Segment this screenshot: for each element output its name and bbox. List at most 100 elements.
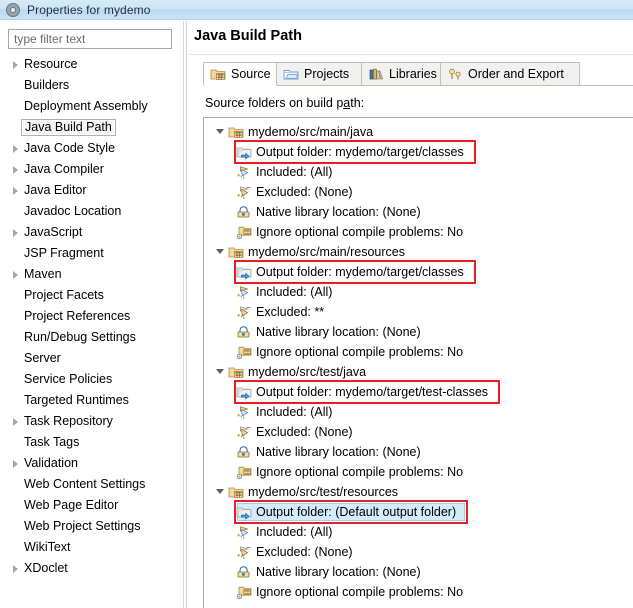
tab-label: Projects xyxy=(304,67,350,81)
source-attribute-row[interactable]: Output folder: mydemo/target/classes xyxy=(204,142,633,162)
chevron-right-icon[interactable] xyxy=(10,185,21,196)
chevron-down-icon[interactable] xyxy=(214,486,226,498)
sidebar-item-maven[interactable]: Maven xyxy=(0,264,183,285)
sidebar-item-java-compiler[interactable]: Java Compiler xyxy=(0,159,183,180)
sidebar-item-java-build-path[interactable]: Java Build Path xyxy=(0,117,183,138)
chevron-down-icon[interactable] xyxy=(214,366,226,378)
source-folder-row[interactable]: mydemo/src/test/resources xyxy=(204,482,633,502)
sidebar-item-deployment-assembly[interactable]: Deployment Assembly xyxy=(0,96,183,117)
tab-label: Source xyxy=(231,67,271,81)
properties-dialog: Properties for mydemo Resource Builders De… xyxy=(0,0,633,608)
output-folder-icon xyxy=(236,144,256,160)
source-attribute-row[interactable]: Native library location: (None) xyxy=(204,202,633,222)
compile-problems-icon xyxy=(236,224,256,240)
sidebar-item-java-code-style[interactable]: Java Code Style xyxy=(0,138,183,159)
source-attribute-label: Ignore optional compile problems: No xyxy=(256,224,464,239)
source-attribute-row[interactable]: Output folder: mydemo/target/test-classe… xyxy=(204,382,633,402)
sidebar-item-validation[interactable]: Validation xyxy=(0,453,183,474)
sidebar-item-xdoclet[interactable]: XDoclet xyxy=(0,558,183,579)
sidebar-item-resource[interactable]: Resource xyxy=(0,54,183,75)
sidebar-item-project-facets[interactable]: Project Facets xyxy=(0,285,183,306)
source-attribute-row[interactable]: Native library location: (None) xyxy=(204,562,633,582)
source-attribute-row[interactable]: +1 Included: (All) xyxy=(204,522,633,542)
chevron-right-icon[interactable] xyxy=(10,227,21,238)
sidebar-item-label: Web Page Editor xyxy=(24,498,119,513)
source-folder-path: mydemo/src/test/java xyxy=(248,364,367,379)
source-attribute-row[interactable]: Ignore optional compile problems: No xyxy=(204,462,633,482)
source-attribute-row[interactable]: Ignore optional compile problems: No xyxy=(204,222,633,242)
sidebar-item-label: Java Compiler xyxy=(24,162,104,177)
panel-divider[interactable] xyxy=(183,21,187,608)
tab-order-and-export[interactable]: Order and Export xyxy=(440,62,580,86)
source-folders-tree[interactable]: mydemo/src/main/java Output folder: mydem… xyxy=(203,117,633,608)
sidebar-item-run-debug-settings[interactable]: Run/Debug Settings xyxy=(0,327,183,348)
chevron-right-icon[interactable] xyxy=(10,269,21,280)
source-attribute-row[interactable]: +1 Included: (All) xyxy=(204,162,633,182)
source-folder-row[interactable]: mydemo/src/main/resources xyxy=(204,242,633,262)
chevron-right-icon[interactable] xyxy=(10,563,21,574)
source-attribute-row[interactable]: +1 Excluded: (None) xyxy=(204,542,633,562)
chevron-down-icon[interactable] xyxy=(214,246,226,258)
sidebar-item-web-project-settings[interactable]: Web Project Settings xyxy=(0,516,183,537)
tab-projects[interactable]: Projects xyxy=(276,62,362,86)
source-folder-row[interactable]: mydemo/src/main/java xyxy=(204,122,633,142)
tab-source[interactable]: Source xyxy=(203,62,277,86)
sidebar-tree[interactable]: Resource Builders Deployment Assembly Java … xyxy=(0,54,183,608)
source-folder-path: mydemo/src/main/resources xyxy=(248,244,405,259)
chevron-right-icon[interactable] xyxy=(10,164,21,175)
chevron-right-icon[interactable] xyxy=(10,59,21,70)
source-attribute-label: Ignore optional compile problems: No xyxy=(256,584,464,599)
source-folder-icon xyxy=(228,244,248,260)
source-attribute-label: Output folder: mydemo/target/test-classe… xyxy=(256,384,489,399)
filter-box[interactable] xyxy=(8,29,172,49)
source-attribute-row[interactable]: +1 Excluded: (None) xyxy=(204,182,633,202)
source-attribute-row[interactable]: Output folder: mydemo/target/classes xyxy=(204,262,633,282)
sidebar-item-web-content-settings[interactable]: Web Content Settings xyxy=(0,474,183,495)
sidebar-item-javascript[interactable]: JavaScript xyxy=(0,222,183,243)
sidebar-item-wikitext[interactable]: WikiText xyxy=(0,537,183,558)
source-attribute-label: Excluded: (None) xyxy=(256,544,353,559)
chevron-right-icon[interactable] xyxy=(10,458,21,469)
source-attribute-row[interactable]: Ignore optional compile problems: No xyxy=(204,342,633,362)
sidebar-item-label: Project References xyxy=(24,309,131,324)
source-folder-path: mydemo/src/test/resources xyxy=(248,484,399,499)
source-attribute-row[interactable]: Output folder: (Default output folder) xyxy=(204,502,633,522)
sidebar-item-javadoc-location[interactable]: Javadoc Location xyxy=(0,201,183,222)
tab-strip[interactable]: Source Projects Libraries Order and Export xyxy=(203,62,633,86)
sidebar-item-web-page-editor[interactable]: Web Page Editor xyxy=(0,495,183,516)
chevron-right-icon[interactable] xyxy=(10,416,21,427)
source-attribute-label: Excluded: ** xyxy=(256,304,325,319)
chevron-down-icon[interactable] xyxy=(214,126,226,138)
source-attribute-row[interactable]: Ignore optional compile problems: No xyxy=(204,582,633,602)
source-folder-row[interactable]: mydemo/src/test/java xyxy=(204,362,633,382)
source-attribute-row[interactable]: +1 Included: (All) xyxy=(204,282,633,302)
sidebar-item-java-editor[interactable]: Java Editor xyxy=(0,180,183,201)
search-input[interactable] xyxy=(14,32,171,46)
build-path-page: Java Build Path Source Projects Libraries O… xyxy=(189,21,633,608)
sidebar-item-label: Java Code Style xyxy=(24,141,116,156)
sidebar-item-task-tags[interactable]: Task Tags xyxy=(0,432,183,453)
sidebar-item-targeted-runtimes[interactable]: Targeted Runtimes xyxy=(0,390,183,411)
sidebar-item-label: Validation xyxy=(24,456,78,471)
sidebar-item-service-policies[interactable]: Service Policies xyxy=(0,369,183,390)
source-attribute-label: Ignore optional compile problems: No xyxy=(256,344,464,359)
source-attribute-row[interactable]: +1 Excluded: (None) xyxy=(204,422,633,442)
sidebar-item-server[interactable]: Server xyxy=(0,348,183,369)
source-attribute-row[interactable]: +1 Excluded: ** xyxy=(204,302,633,322)
sidebar-item-project-references[interactable]: Project References xyxy=(0,306,183,327)
chevron-right-icon[interactable] xyxy=(10,143,21,154)
tab-libraries[interactable]: Libraries xyxy=(361,62,441,86)
source-attribute-row[interactable]: +1 Included: (All) xyxy=(204,402,633,422)
source-attribute-row[interactable]: Native library location: (None) xyxy=(204,322,633,342)
sidebar-item-task-repository[interactable]: Task Repository xyxy=(0,411,183,432)
source-attribute-row[interactable]: Native library location: (None) xyxy=(204,442,633,462)
sidebar-item-builders[interactable]: Builders xyxy=(0,75,183,96)
sidebar-item-label: Maven xyxy=(24,267,62,282)
output-folder-icon xyxy=(236,264,256,280)
sidebar-item-jsp-fragment[interactable]: JSP Fragment xyxy=(0,243,183,264)
